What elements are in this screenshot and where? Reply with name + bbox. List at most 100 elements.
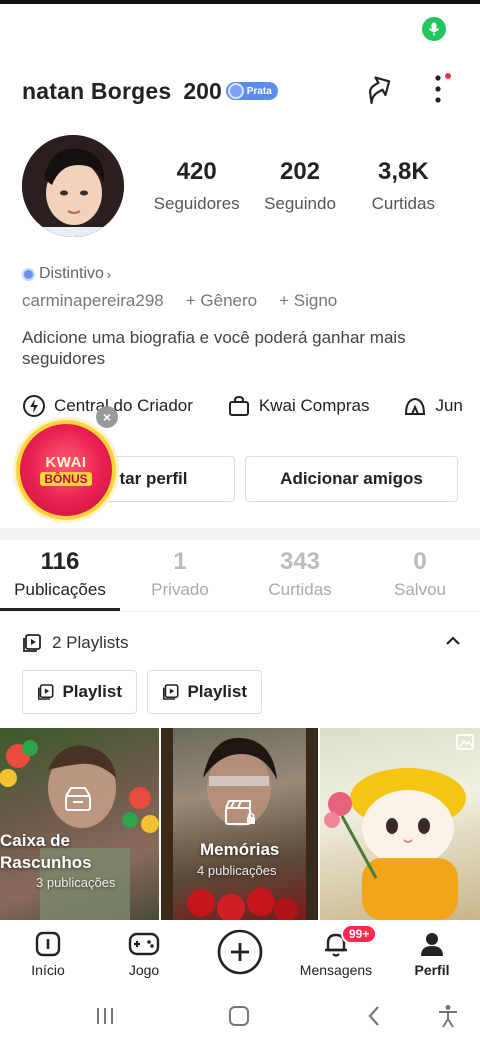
bonus-close-button[interactable]: ×: [96, 406, 118, 428]
handle: carminapereira298: [22, 291, 164, 310]
playlist-icon: [37, 684, 54, 700]
drafts-tile[interactable]: Caixa de Rascunhos 3 publicações: [0, 728, 159, 920]
kwai-bonus-line2: BÔNUS: [40, 472, 92, 486]
playlist-label: Playlist: [187, 682, 247, 701]
add-gender-link[interactable]: + Gênero: [186, 291, 257, 311]
nav-mensagens-label: Mensagens: [299, 962, 373, 978]
likes-stat[interactable]: 3,8K Curtidas: [352, 158, 455, 214]
clapperboard-lock-icon: [225, 800, 255, 825]
playlists-header[interactable]: 2 Playlists: [22, 630, 462, 656]
tab-count: 343: [279, 548, 321, 575]
drafts-title-line1: Caixa de: [0, 831, 70, 850]
nav-create[interactable]: [215, 928, 265, 976]
username: natan Borges: [22, 77, 172, 104]
tab-curtidas[interactable]: 343 Curtidas: [240, 548, 360, 611]
likes-label: Curtidas: [371, 194, 435, 213]
distintivo-label: Distintivo: [39, 265, 104, 282]
kwai-shop-link[interactable]: Kwai Compras: [227, 394, 370, 418]
post-tile-cat[interactable]: [320, 728, 480, 920]
tab-count: 116: [40, 548, 80, 575]
system-navigation-bar: [0, 990, 480, 1046]
plus-circle-icon: [217, 929, 263, 975]
kwai-bonus-line1: KWAI: [45, 454, 87, 471]
gamepad-icon: [128, 932, 160, 956]
drafts-title-line2: Rascunhos: [0, 853, 92, 872]
more-options-button[interactable]: [428, 72, 452, 108]
add-friends-label: Adicionar amigos: [280, 469, 423, 488]
profile-meta-row: carminapereira298 + Gênero + Signo: [22, 291, 337, 311]
content-tabs: 116 Publicações 1 Privado 343 Curtidas 0…: [0, 548, 480, 612]
nav-perfil[interactable]: Perfil: [412, 930, 452, 978]
kwai-bonus-widget[interactable]: KWAI BÔNUS: [16, 420, 116, 520]
tab-label: Publicações: [14, 580, 106, 599]
bio-prompt[interactable]: Adicione uma biografia e você poderá gan…: [22, 327, 462, 369]
recent-apps-icon: [97, 1008, 113, 1024]
prata-badge[interactable]: Prata: [225, 82, 278, 100]
memories-tile[interactable]: Memórias 4 publicações: [161, 728, 318, 920]
home-button-icon: [229, 1006, 249, 1026]
following-label: Seguindo: [264, 194, 336, 213]
add-sign-link[interactable]: + Signo: [279, 291, 337, 311]
home-icon: [35, 931, 61, 957]
nav-inicio[interactable]: Início: [28, 930, 68, 978]
status-bar: [0, 0, 480, 4]
followers-stat[interactable]: 420 Seguidores: [145, 158, 248, 214]
add-friends-button[interactable]: Adicionar amigos: [245, 456, 458, 502]
vertical-dots-icon: [435, 73, 451, 103]
nav-perfil-label: Perfil: [414, 962, 450, 978]
following-count: 202: [279, 158, 321, 185]
nav-inicio-label: Início: [31, 962, 65, 978]
tab-privado[interactable]: 1 Privado: [120, 548, 240, 611]
bolt-circle-icon: [23, 395, 45, 417]
nav-jogo[interactable]: Jogo: [124, 930, 164, 978]
followers-count: 420: [176, 158, 217, 185]
edit-profile-label: tar perfil: [119, 469, 188, 488]
jun-label: Jun: [435, 396, 463, 415]
tab-count: 0: [413, 548, 427, 575]
tab-label: Salvou: [394, 580, 446, 599]
coin-icon: [227, 83, 244, 99]
creator-center-label: Central do Criador: [54, 396, 193, 415]
image-post-icon: [456, 734, 474, 750]
back-icon: [368, 1006, 379, 1026]
accessibility-icon: [439, 1005, 457, 1028]
drafts-box-icon: [65, 787, 91, 811]
tab-publicacoes[interactable]: 116 Publicações: [0, 548, 120, 611]
profile-stats: 420 Seguidores 202 Seguindo 3,8K Curtida…: [145, 158, 455, 214]
nav-jogo-label: Jogo: [128, 962, 160, 978]
tab-salvou[interactable]: 0 Salvou: [360, 548, 480, 611]
playlist-icon: [23, 634, 41, 652]
playlist-button[interactable]: Playlist: [22, 670, 137, 714]
memories-title: Memórias: [200, 840, 280, 859]
jun-link[interactable]: Jun: [403, 394, 463, 418]
playlist-button[interactable]: Playlist: [147, 670, 262, 714]
share-button[interactable]: [360, 72, 396, 108]
playlist-label: Playlist: [62, 682, 122, 701]
tab-label: Privado: [151, 580, 209, 599]
likes-count: 3,8K: [377, 158, 429, 185]
person-icon: [421, 933, 443, 956]
tab-count: 1: [173, 548, 187, 575]
chevron-up-icon: [446, 636, 460, 645]
playlists-count-label: 2 Playlists: [52, 633, 129, 652]
tab-label: Curtidas: [268, 580, 332, 599]
messages-badge: 99+: [341, 924, 378, 944]
memories-count: 4 publicações: [197, 863, 277, 878]
chevron-right-icon: ›: [106, 266, 112, 282]
posts-grid: Caixa de Rascunhos 3 publicações Memória…: [0, 728, 480, 920]
microphone-indicator-icon: [422, 17, 446, 41]
followers-label: Seguidores: [153, 194, 240, 213]
playlist-icon: [162, 684, 179, 700]
drafts-title: Caixa de Rascunhos: [0, 830, 92, 874]
tent-icon: [405, 397, 426, 415]
close-icon: ×: [102, 409, 112, 425]
distintivo-link[interactable]: Distintivo ›: [22, 265, 111, 283]
bottom-navigation: Início Jogo Mensagens Perfil: [0, 920, 480, 990]
drafts-count: 3 publicações: [36, 875, 116, 890]
avatar[interactable]: [22, 135, 124, 237]
badge-dot-icon: [22, 267, 35, 281]
kwai-shop-label: Kwai Compras: [258, 396, 370, 415]
shopping-bag-icon: [228, 395, 249, 416]
following-stat[interactable]: 202 Seguindo: [248, 158, 351, 214]
section-divider: [0, 528, 480, 540]
